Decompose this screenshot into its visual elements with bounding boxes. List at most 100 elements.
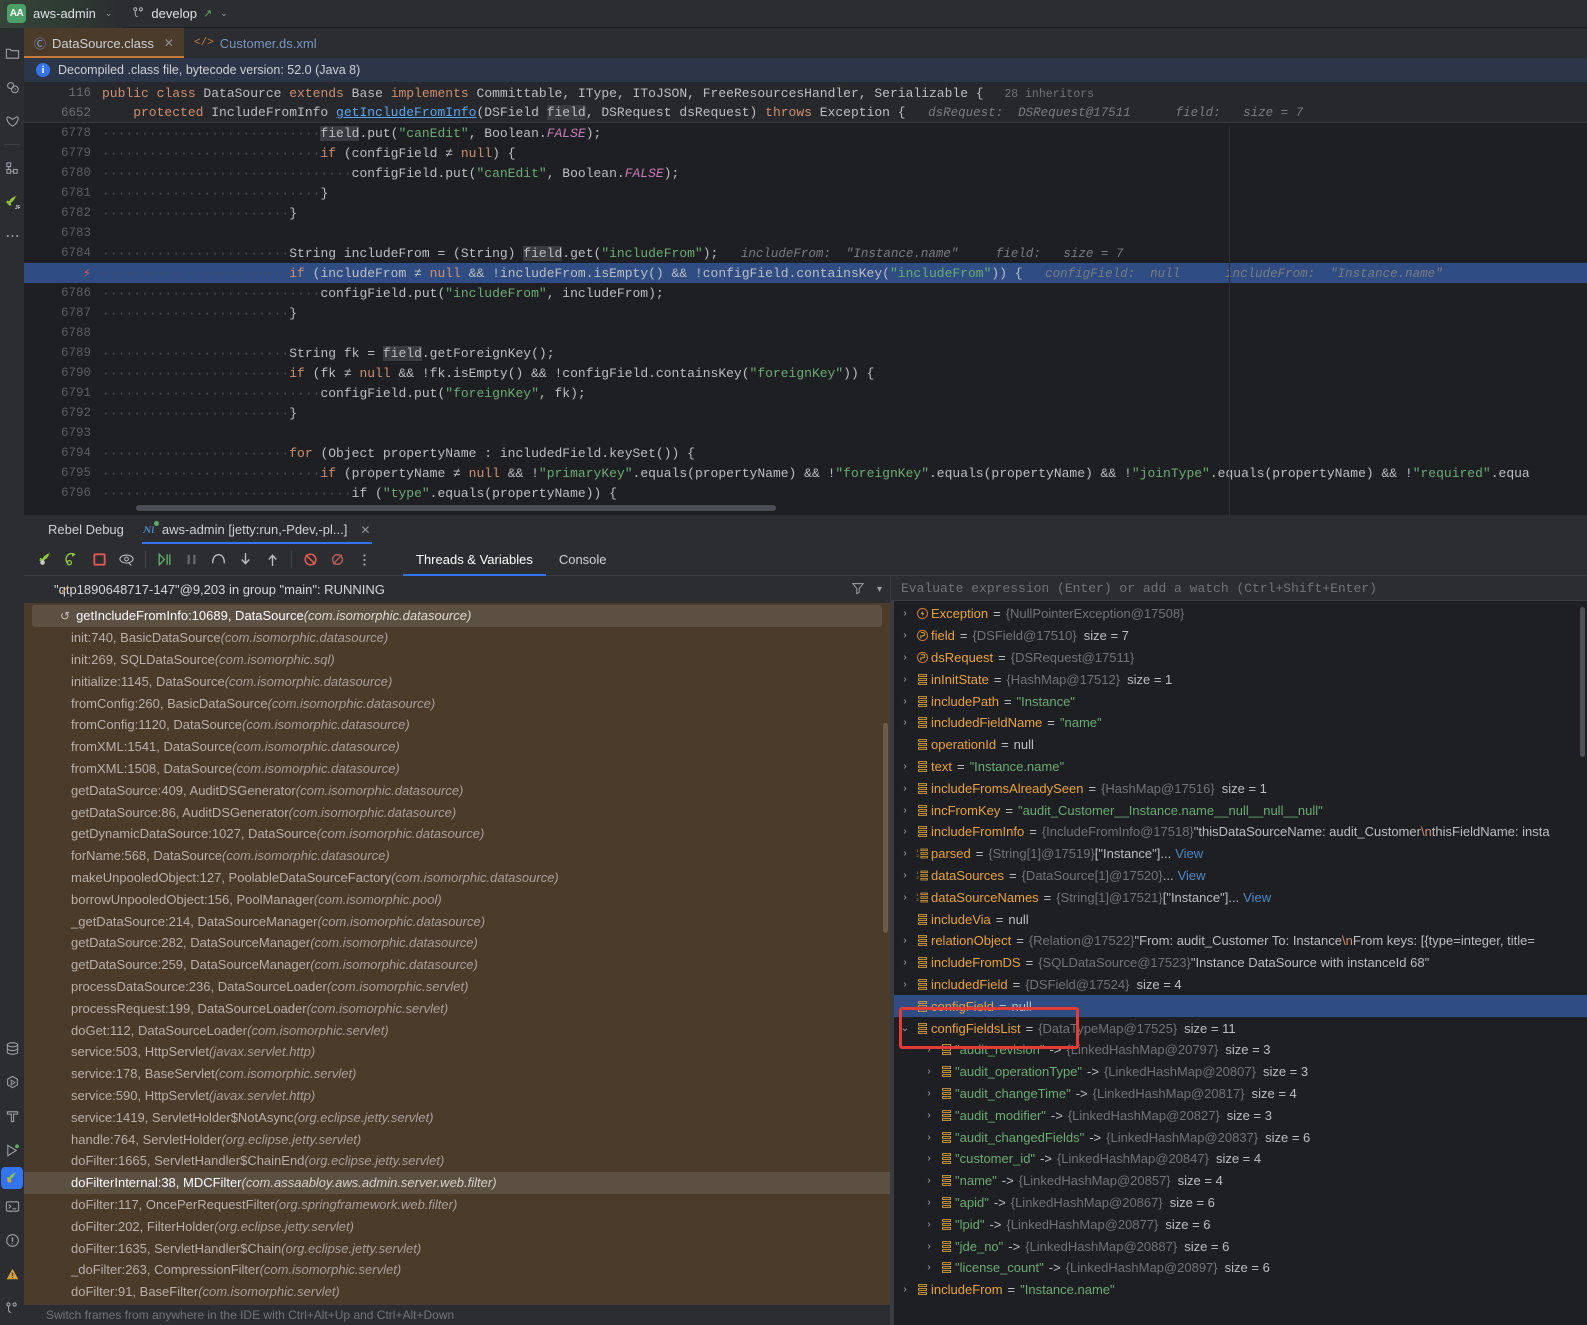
pull-request-icon[interactable] xyxy=(0,104,24,138)
chevron-right-icon[interactable]: › xyxy=(897,717,913,728)
problems-icon[interactable] xyxy=(0,1223,24,1257)
variable-row[interactable]: › includeFrom = "Instance.name" xyxy=(891,1279,1587,1301)
commit-icon[interactable]: ? xyxy=(0,70,24,104)
chevron-right-icon[interactable]: › xyxy=(897,805,913,816)
chevron-right-icon[interactable]: › xyxy=(897,630,913,641)
variable-row[interactable]: › "lpid" -> {LinkedHashMap@20877} size = … xyxy=(891,1213,1587,1235)
thread-selector[interactable]: ✓ "qtp1890648717-147"@9,203 in group "ma… xyxy=(24,576,890,603)
variable-row[interactable]: › "license_count" -> {LinkedHashMap@20897… xyxy=(891,1257,1587,1279)
git-icon[interactable] xyxy=(0,1291,24,1325)
step-into-icon[interactable] xyxy=(232,547,259,573)
frame-list-item[interactable]: doFilter:1635, ServletHandler$Chain (org… xyxy=(24,1237,890,1259)
chevron-right-icon[interactable]: › xyxy=(921,1153,937,1164)
chevron-right-icon[interactable]: › xyxy=(921,1219,937,1230)
branch-selector[interactable]: develop ↗ ⌄ xyxy=(122,0,237,28)
frames-scrollbar[interactable] xyxy=(883,723,888,933)
terminal-icon[interactable] xyxy=(0,1189,24,1223)
chevron-right-icon[interactable]: › xyxy=(921,1197,937,1208)
view-link[interactable]: View xyxy=(1178,868,1206,883)
run-icon[interactable] xyxy=(0,1065,24,1099)
resume-jrebel-icon[interactable] xyxy=(32,547,59,573)
view-breakpoints-icon[interactable] xyxy=(113,547,140,573)
variable-row[interactable]: includeVia = null xyxy=(891,908,1587,930)
frames-list[interactable]: ↺ getIncludeFromInfo:10689, DataSource (c… xyxy=(24,603,890,1305)
variable-row[interactable]: › "audit_operationType" -> {LinkedHashMap… xyxy=(891,1061,1587,1083)
variable-row[interactable]: › includeFromInfo = {IncludeFromInfo@17518}… xyxy=(891,821,1587,843)
warnings-icon[interactable] xyxy=(0,1257,24,1291)
frame-list-item[interactable]: fromConfig:260, BasicDataSource (com.iso… xyxy=(24,692,890,714)
frame-list-item[interactable]: doFilter:91, BaseFilter (com.isomorphic.… xyxy=(24,1281,890,1303)
variable-row[interactable]: › "audit_modifier" -> {LinkedHashMap@2082… xyxy=(891,1104,1587,1126)
variable-row[interactable]: › includedFieldName = "name" xyxy=(891,712,1587,734)
database-icon[interactable] xyxy=(0,1031,24,1065)
chevron-right-icon[interactable]: › xyxy=(897,935,913,946)
chevron-right-icon[interactable]: › xyxy=(897,1284,913,1295)
stop-icon[interactable] xyxy=(86,547,113,573)
variable-row[interactable]: › relationObject = {Relation@17522} "From: … xyxy=(891,930,1587,952)
variable-row[interactable]: › Exception = {NullPointerException@17508} xyxy=(891,603,1587,625)
chevron-right-icon[interactable]: › xyxy=(897,696,913,707)
chevron-right-icon[interactable]: › xyxy=(897,674,913,685)
frame-list-item[interactable]: service:1419, ServletHolder$NotAsync (or… xyxy=(24,1106,890,1128)
close-icon[interactable]: ✕ xyxy=(164,36,174,50)
tab-customer-ds-xml[interactable]: </> Customer.ds.xml xyxy=(184,28,327,58)
chevron-right-icon[interactable]: › xyxy=(921,1066,937,1077)
chevron-right-icon[interactable]: › xyxy=(897,783,913,794)
step-over-icon[interactable] xyxy=(205,547,232,573)
frame-list-item[interactable]: initialize:1145, DataSource (com.isomorp… xyxy=(24,670,890,692)
frame-list-item[interactable]: _getDataSource:214, DataSourceManager (c… xyxy=(24,910,890,932)
frame-list-item[interactable]: doGet:112, DataSourceLoader (com.isomorp… xyxy=(24,1019,890,1041)
chevron-right-icon[interactable]: › xyxy=(921,1175,937,1186)
disable-breakpoints-icon[interactable] xyxy=(324,547,351,573)
chevron-right-icon[interactable]: › xyxy=(897,608,913,619)
variable-row[interactable]: ⌄ configFieldsList = {DataTypeMap@17525} si… xyxy=(891,1017,1587,1039)
variable-row[interactable]: › "name" -> {LinkedHashMap@20857} size = … xyxy=(891,1170,1587,1192)
variable-row[interactable]: › includeFromDS = {SQLDataSource@17523} "In… xyxy=(891,952,1587,974)
frame-list-item[interactable]: getDynamicDataSource:1027, DataSource (c… xyxy=(24,823,890,845)
variables-scrollbar[interactable] xyxy=(1580,607,1585,757)
frame-list-item[interactable]: makeUnpooledObject:127, PoolableDataSour… xyxy=(24,867,890,889)
frame-list-item[interactable]: fromXML:1508, DataSource (com.isomorphic… xyxy=(24,758,890,780)
chevron-right-icon[interactable]: › xyxy=(897,892,913,903)
chevron-right-icon[interactable]: › xyxy=(897,761,913,772)
folder-icon[interactable] xyxy=(0,36,24,70)
frame-list-item[interactable]: _doFilter:263, CompressionFilter (com.is… xyxy=(24,1259,890,1281)
code-editor[interactable]: 116 public class DataSource extends Base … xyxy=(24,83,1587,515)
variable-row[interactable]: › 1 2 dataSources = {DataSource[1]@17520} ...… xyxy=(891,865,1587,887)
frame-list-item[interactable]: getDataSource:282, DataSourceManager (co… xyxy=(24,932,890,954)
evaluate-expression-input[interactable]: Evaluate expression (Enter) or add a wat… xyxy=(891,576,1587,601)
variable-row[interactable]: › includeFromsAlreadySeen = {HashMap@17516}… xyxy=(891,777,1587,799)
rerun-icon[interactable] xyxy=(59,547,86,573)
variable-row[interactable]: › 1 2 parsed = {String[1]@17519} ["Instance"]… xyxy=(891,843,1587,865)
close-icon[interactable]: ✕ xyxy=(360,523,370,537)
variable-row[interactable]: › inInitState = {HashMap@17512} size = 1 xyxy=(891,668,1587,690)
chevron-right-icon[interactable]: › xyxy=(897,870,913,881)
variable-row[interactable]: › "customer_id" -> {LinkedHashMap@20847} … xyxy=(891,1148,1587,1170)
frame-list-item[interactable]: doFilter:117, OncePerRequestFilter (org.… xyxy=(24,1194,890,1216)
variable-row[interactable]: › includedField = {DSField@17524} size = 4 xyxy=(891,974,1587,996)
variable-row[interactable]: › includePath = "Instance" xyxy=(891,690,1587,712)
chevron-right-icon[interactable]: › xyxy=(897,979,913,990)
chevron-down-icon[interactable]: ▾ xyxy=(877,584,882,595)
variable-row[interactable]: › "audit_changeTime" -> {LinkedHashMap@20… xyxy=(891,1083,1587,1105)
structure-icon[interactable] xyxy=(0,151,24,185)
frame-list-item[interactable]: getDataSource:409, AuditDSGenerator (com… xyxy=(24,779,890,801)
frame-list-item[interactable]: borrowUnpooledObject:156, PoolManager (c… xyxy=(24,888,890,910)
tab-rebel-debug[interactable]: Rebel Debug xyxy=(38,515,134,544)
variable-row[interactable]: › "audit_revision" -> {LinkedHashMap@2079… xyxy=(891,1039,1587,1061)
mute-breakpoints-icon[interactable] xyxy=(297,547,324,573)
tab-datasource-class[interactable]: Ⓒ DataSource.class ✕ xyxy=(24,28,184,58)
resume-program-icon[interactable] xyxy=(151,547,178,573)
frame-list-item[interactable]: handle:764, ServletHolder (org.eclipse.j… xyxy=(24,1128,890,1150)
variable-row[interactable]: operationId = null xyxy=(891,734,1587,756)
view-link[interactable]: View xyxy=(1175,846,1203,861)
chevron-right-icon[interactable]: › xyxy=(921,1044,937,1055)
project-selector[interactable]: AA aws-admin ⌄ xyxy=(0,0,123,28)
frame-list-item[interactable]: service:590, HttpServlet (javax.servlet.… xyxy=(24,1085,890,1107)
step-out-icon[interactable] xyxy=(259,547,286,573)
variables-tree[interactable]: › Exception = {NullPointerException@17508} … xyxy=(891,601,1587,1325)
variable-row[interactable]: configField = null xyxy=(891,995,1587,1018)
variable-row[interactable]: › "apid" -> {LinkedHashMap@20867} size = … xyxy=(891,1192,1587,1214)
more-options-icon[interactable] xyxy=(351,547,378,573)
chevron-down-icon[interactable]: ⌄ xyxy=(897,1023,913,1034)
